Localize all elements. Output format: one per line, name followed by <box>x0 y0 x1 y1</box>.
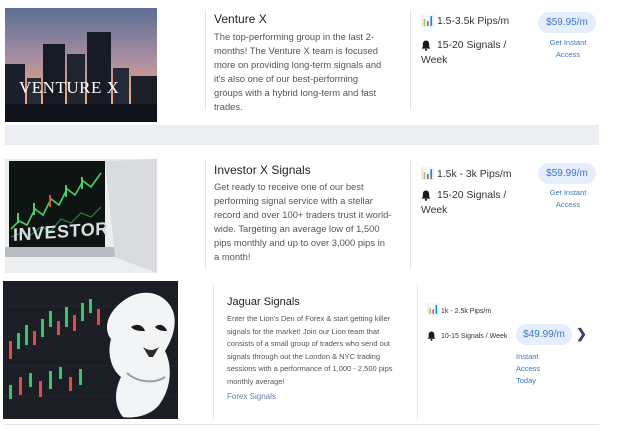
investor-x-image: INVESTOR X <box>5 159 157 273</box>
separator <box>205 10 206 110</box>
chart-icon: 📊 <box>427 304 440 315</box>
price-button[interactable]: $49.99/m <box>516 324 572 345</box>
jaguar-image <box>3 281 178 419</box>
signals-stat: 15-20 Signals / Week <box>421 190 507 216</box>
venture-x-image-text: VENTURE X <box>19 78 120 97</box>
bottom-divider <box>5 424 599 425</box>
group-title[interactable]: Jaguar Signals <box>227 296 300 308</box>
pips-stat: 1k - 2.5k Pips/m <box>441 308 492 315</box>
price-button[interactable]: $59.95/m <box>538 12 596 33</box>
group-card-investor-x: INVESTOR X Investor X Signals Get ready … <box>5 145 599 275</box>
separator <box>417 285 418 419</box>
group-description: Get ready to receive one of our best per… <box>214 181 392 262</box>
separator <box>410 159 411 269</box>
pips-stat: 1.5-3.5k Pips/m <box>437 16 510 27</box>
group-description: Enter the Lion's Den of Forex & start ge… <box>227 314 393 386</box>
signals-stat: 15-20 Signals / Week <box>421 40 507 66</box>
section-divider <box>5 125 599 145</box>
chart-icon: 📊 <box>421 168 435 180</box>
venture-x-image: VENTURE X <box>5 8 157 122</box>
chevron-right-icon[interactable]: ❯ <box>576 326 587 342</box>
group-card-venture-x: VENTURE X Venture X The top-performing g… <box>5 0 599 125</box>
chart-icon: 📊 <box>421 15 435 27</box>
group-description: The top-performing group in the last 2-m… <box>214 31 382 112</box>
get-instant-access-link[interactable]: Get Instant Access <box>543 187 593 211</box>
group-title[interactable]: Investor X Signals <box>214 163 311 177</box>
get-instant-access-link[interactable]: Get Instant Access <box>543 37 593 61</box>
pips-stat: 1.5k - 3k Pips/m <box>437 169 512 180</box>
signals-stat: 10-15 Signals / Week <box>441 333 508 340</box>
forex-signals-link[interactable]: Forex Signals <box>227 392 276 401</box>
group-card-jaguar: Jaguar Signals Enter the Lion's Den of F… <box>3 275 603 431</box>
group-title[interactable]: Venture X <box>214 12 267 26</box>
bell-icon <box>427 331 436 341</box>
instant-access-link[interactable]: Instant Access Today <box>516 351 554 387</box>
separator <box>410 10 411 110</box>
separator <box>213 285 214 419</box>
separator <box>205 159 206 269</box>
price-button[interactable]: $59.99/m <box>538 163 596 184</box>
